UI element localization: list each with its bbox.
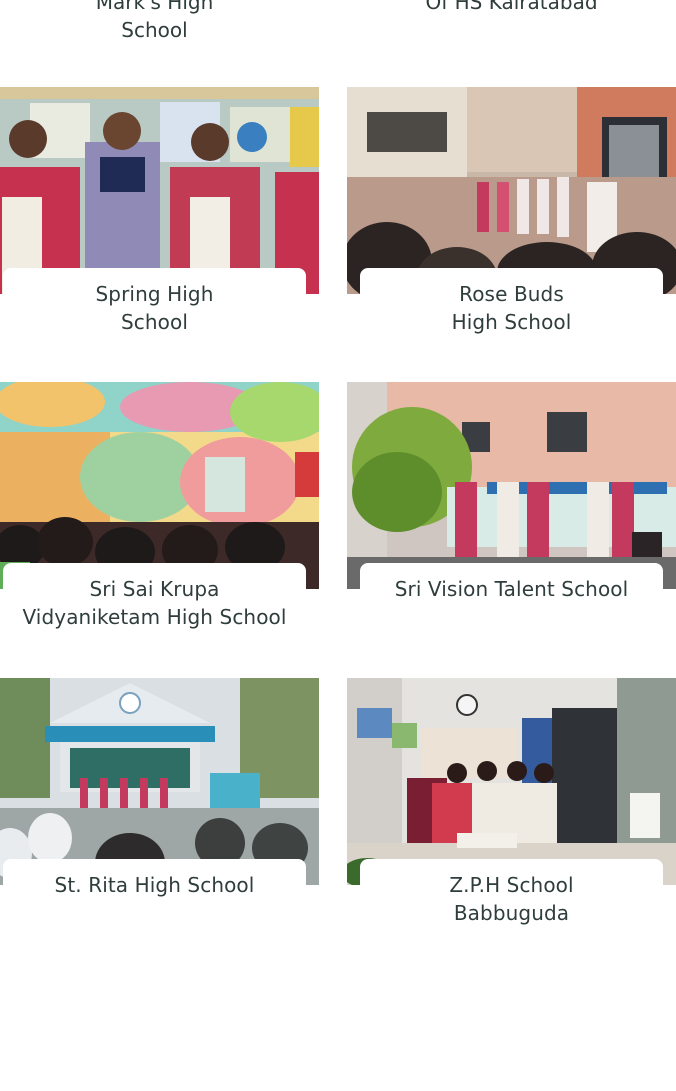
school-name-line: School: [121, 310, 188, 334]
school-photo: [0, 678, 319, 885]
school-photo: [0, 87, 319, 294]
school-gallery: Mark's High School Of HS Kairatabad Spri…: [0, 0, 676, 1091]
school-name: Spring High School: [0, 280, 319, 336]
school-name-line: Babbuguda: [453, 901, 570, 925]
school-name-line: School: [121, 18, 188, 42]
school-name-line: Z.P.H School: [449, 873, 574, 897]
school-name: Rose Buds High School: [347, 280, 676, 336]
school-name-top-right: Of HS Kairatabad: [347, 0, 676, 16]
school-name-line: St. Rita High School: [54, 873, 255, 897]
school-name: Sri Vision Talent School: [347, 575, 676, 603]
school-name-line: Rose Buds: [459, 282, 564, 306]
school-name-line: Sri Sai Krupa: [89, 577, 220, 601]
school-name-line: Sri Vision Talent School: [394, 577, 629, 601]
school-photo: [347, 87, 676, 294]
school-name: St. Rita High School: [0, 871, 319, 899]
school-name-top-left: Mark's High School: [0, 0, 319, 44]
school-photo: [347, 678, 676, 885]
school-name-line: Mark's High: [95, 0, 214, 14]
school-name-line: Spring High: [95, 282, 214, 306]
school-photo: [347, 382, 676, 589]
school-photo: [0, 382, 319, 589]
school-name: Z.P.H School Babbuguda: [347, 871, 676, 927]
school-name-line: Vidyaniketam High School: [22, 605, 287, 629]
school-name-line: High School: [451, 310, 572, 334]
school-name: Sri Sai Krupa Vidyaniketam High School: [0, 575, 319, 631]
school-name-line: Of HS Kairatabad: [425, 0, 598, 14]
